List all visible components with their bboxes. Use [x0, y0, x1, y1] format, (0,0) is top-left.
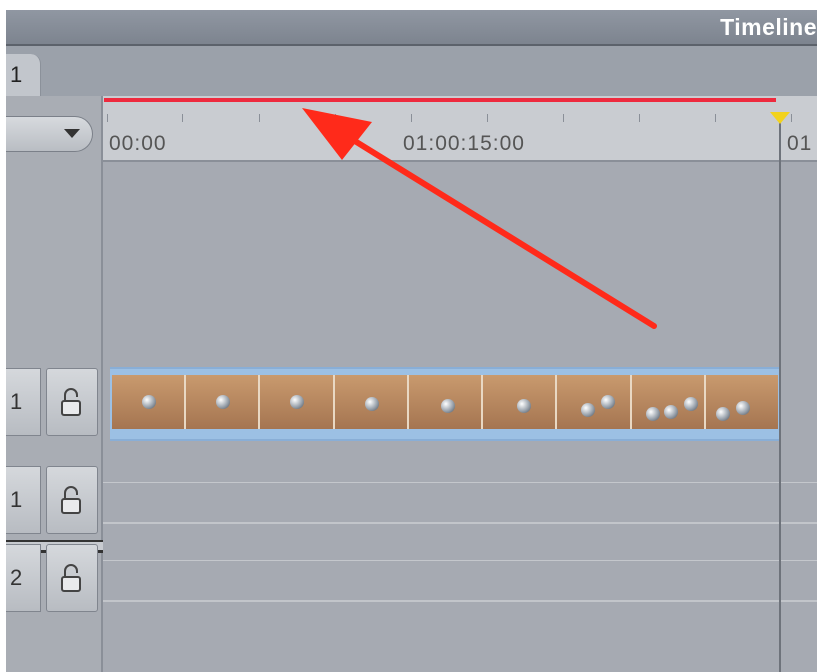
ruler-tick	[107, 114, 108, 122]
lock-icon	[61, 486, 81, 514]
clip-frame	[408, 375, 484, 429]
ruler-tick	[715, 114, 716, 122]
playhead-line	[779, 120, 781, 672]
clip-frame	[557, 375, 632, 429]
clip-thumbnails	[112, 375, 778, 429]
track-lock-button[interactable]	[46, 544, 98, 612]
ruler-end-label: 01	[787, 132, 813, 155]
track-lock-button[interactable]	[46, 368, 98, 436]
clip-frame	[334, 375, 409, 429]
timeline-options-dropdown[interactable]	[6, 116, 93, 152]
ruler-tick	[259, 114, 260, 122]
dropdown-arrow-icon	[64, 129, 80, 138]
window-title: Timeline	[720, 14, 817, 40]
ruler-tick	[791, 114, 792, 122]
ruler-tick	[487, 114, 488, 122]
clip-frame	[483, 375, 558, 429]
playhead-icon[interactable]	[770, 112, 790, 124]
video-clip[interactable]	[110, 367, 780, 441]
ruler-tick	[335, 114, 336, 122]
render-status-bar	[104, 98, 776, 102]
track-lock-button[interactable]	[46, 466, 98, 534]
title-bar[interactable]: Timeline	[6, 10, 817, 46]
ruler-tick	[639, 114, 640, 122]
sequence-tab-strip: 1	[6, 46, 817, 97]
ruler-start-label: 00:00	[109, 132, 167, 155]
lock-icon	[61, 388, 81, 416]
sequence-tab-label: 1	[10, 62, 23, 87]
clip-frame	[705, 375, 778, 429]
track-number-a1[interactable]: 1	[6, 466, 41, 534]
ruler-tick	[411, 114, 412, 122]
clip-frame	[260, 375, 335, 429]
track-number-a2[interactable]: 2	[6, 544, 41, 612]
clip-frame	[186, 375, 261, 429]
ruler-tick	[563, 114, 564, 122]
timeline-window: Timeline 1 00:00 01:00:15:00 01 1 1 2	[0, 0, 817, 672]
clip-frame	[631, 375, 706, 429]
audio-track-1: 1	[6, 464, 817, 538]
audio-track-2: 2	[6, 542, 817, 616]
track-number-v1[interactable]: 1	[6, 368, 41, 436]
clip-frame	[112, 375, 187, 429]
time-ruler[interactable]: 00:00 01:00:15:00 01	[103, 96, 817, 162]
sequence-tab[interactable]: 1	[6, 54, 41, 96]
lock-icon	[61, 564, 81, 592]
ruler-tick	[182, 114, 183, 122]
ruler-mid-label: 01:00:15:00	[403, 132, 525, 155]
